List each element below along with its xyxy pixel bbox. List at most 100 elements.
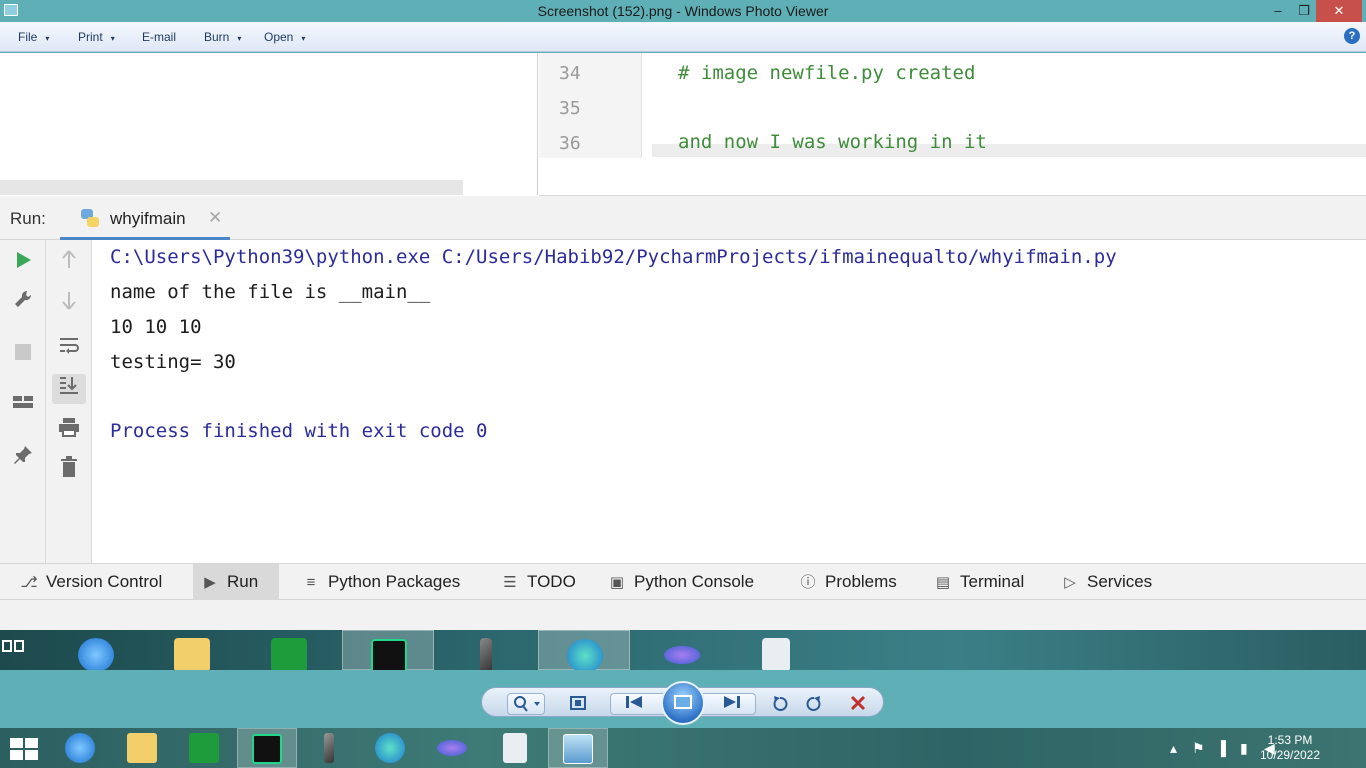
- close-tab-icon[interactable]: ✕: [208, 208, 222, 228]
- start-button[interactable]: [0, 728, 50, 768]
- infinity-icon: [437, 740, 467, 756]
- python-file-taskbar[interactable]: [485, 728, 545, 768]
- pin-icon: [14, 446, 32, 464]
- process-finished-line: Process finished with exit code 0: [110, 420, 488, 442]
- menu-burn[interactable]: Burn ▾: [204, 30, 241, 44]
- print-button[interactable]: [52, 416, 86, 446]
- menu-email[interactable]: E-mail: [142, 30, 176, 44]
- store-taskbar[interactable]: [175, 728, 235, 768]
- layout-icon: [13, 396, 33, 408]
- previous-button[interactable]: [622, 695, 646, 713]
- stop-icon: [15, 344, 31, 360]
- tab-label: Terminal: [960, 572, 1025, 591]
- python-icon: [81, 209, 99, 227]
- tab-python-console[interactable]: ▣ Python Console: [600, 564, 762, 600]
- windows-logo-icon: [10, 738, 38, 760]
- branch-icon: ⎇: [20, 574, 38, 591]
- pycharm-taskbar[interactable]: [237, 728, 297, 768]
- tab-python-packages[interactable]: ≡ Python Packages: [294, 564, 468, 600]
- captured-pycharm-icon: [342, 630, 434, 670]
- pycharm-icon: [252, 734, 282, 764]
- rotate-counterclockwise-button[interactable]: [768, 695, 792, 713]
- maximize-button[interactable]: ❐: [1290, 0, 1318, 22]
- edge-taskbar[interactable]: [361, 728, 421, 768]
- menu-print-label: Print: [78, 30, 103, 44]
- rerun-button[interactable]: [6, 248, 40, 278]
- next-button[interactable]: [720, 695, 744, 713]
- list-icon: ☰: [503, 574, 517, 591]
- tab-todo[interactable]: ☰ TODO: [493, 564, 584, 600]
- slideshow-button[interactable]: [661, 681, 705, 725]
- menu-file[interactable]: File ▾: [18, 30, 49, 44]
- window-title: Screenshot (152).png - Windows Photo Vie…: [537, 3, 829, 19]
- captured-edge-icon: [538, 630, 630, 670]
- arrow-down-icon: [62, 292, 76, 310]
- menu-open[interactable]: Open ▾: [264, 30, 305, 44]
- show-hidden-icons-button[interactable]: ▴: [1170, 728, 1177, 768]
- action-center-icon[interactable]: ⚑: [1192, 728, 1205, 768]
- clear-all-button[interactable]: [52, 456, 86, 486]
- tab-terminal[interactable]: ▤ Terminal: [926, 564, 1032, 600]
- tab-whyifmain[interactable]: whyifmain ✕: [60, 196, 230, 240]
- layout-button[interactable]: [6, 390, 40, 420]
- play-icon: ▶: [204, 574, 216, 591]
- stop-button[interactable]: [6, 340, 40, 370]
- play-icon: [17, 252, 31, 268]
- clock[interactable]: 1:53 PM 10/29/2022: [1254, 733, 1326, 763]
- console-output-line: 10 10 10: [110, 316, 202, 338]
- displayed-image: 34 35 36 # image newfile.py created and …: [0, 53, 1366, 630]
- soft-wrap-button[interactable]: [52, 334, 86, 364]
- run-tool-header: Run: whyifmain ✕: [0, 196, 1366, 240]
- project-pane: [0, 53, 538, 195]
- taskbar: ▴ ⚑ ▐ ▮ ◀ 1:53 PM 10/29/2022: [0, 728, 1366, 768]
- store-icon: [189, 733, 219, 763]
- battery-icon[interactable]: ▮: [1240, 728, 1248, 768]
- tab-label: Version Control: [46, 572, 163, 591]
- chevron-down-icon: ▾: [237, 34, 242, 43]
- rotate-left-icon: [773, 696, 788, 711]
- menu-email-label: E-mail: [142, 30, 177, 44]
- modify-run-config-button[interactable]: [6, 288, 40, 318]
- microphone-taskbar[interactable]: [299, 728, 359, 768]
- chevron-down-icon: ▾: [45, 34, 50, 43]
- folder-icon: [127, 733, 157, 763]
- actual-size-button[interactable]: [566, 695, 590, 713]
- tab-version-control[interactable]: ⎇ Version Control: [12, 564, 170, 600]
- menu-burn-label: Burn: [204, 30, 230, 44]
- trash-icon: [61, 456, 77, 477]
- next-occurrence-button[interactable]: [52, 290, 86, 320]
- run-tab-label: whyifmain: [110, 209, 186, 228]
- edge-icon: [375, 733, 405, 763]
- minimize-button[interactable]: –: [1264, 0, 1292, 22]
- file-explorer-taskbar[interactable]: [113, 728, 173, 768]
- tab-run[interactable]: ▶ Run: [193, 564, 279, 600]
- code-editor: 34 35 36 # image newfile.py created and …: [539, 53, 1366, 196]
- tab-services[interactable]: ▷ Services: [1053, 564, 1160, 600]
- captured-python-file-icon: [734, 630, 826, 670]
- captured-start-icon: [0, 630, 30, 670]
- delete-button[interactable]: [846, 695, 870, 713]
- pin-tab-button[interactable]: [6, 444, 40, 474]
- line-gutter: 34 35 36: [539, 53, 642, 158]
- photo-viewer-taskbar[interactable]: [548, 728, 608, 768]
- network-icon[interactable]: ▐: [1216, 728, 1226, 768]
- internet-explorer-taskbar[interactable]: [51, 728, 111, 768]
- tab-label: TODO: [527, 572, 576, 591]
- help-icon[interactable]: ?: [1344, 28, 1360, 44]
- photo-viewer-controls: [0, 670, 1366, 728]
- menu-print[interactable]: Print ▾: [78, 30, 115, 44]
- zoom-button[interactable]: [507, 693, 545, 715]
- scroll-to-end-button[interactable]: [52, 374, 86, 404]
- zoom-icon: [514, 696, 540, 712]
- rotate-clockwise-button[interactable]: [802, 695, 826, 713]
- infinity-app-taskbar[interactable]: [423, 728, 483, 768]
- horizontal-scrollbar[interactable]: [0, 180, 463, 195]
- microphone-icon: [324, 733, 334, 763]
- code-line: # image newfile.py created: [678, 62, 976, 84]
- close-button[interactable]: ✕: [1316, 0, 1362, 22]
- python-icon: ▣: [609, 574, 625, 591]
- arrow-up-icon: [62, 250, 76, 268]
- previous-occurrence-button[interactable]: [52, 248, 86, 278]
- console-output[interactable]: C:\Users\Python39\python.exe C:/Users/Ha…: [92, 240, 1366, 563]
- tab-problems[interactable]: ⓘ Problems: [791, 564, 905, 600]
